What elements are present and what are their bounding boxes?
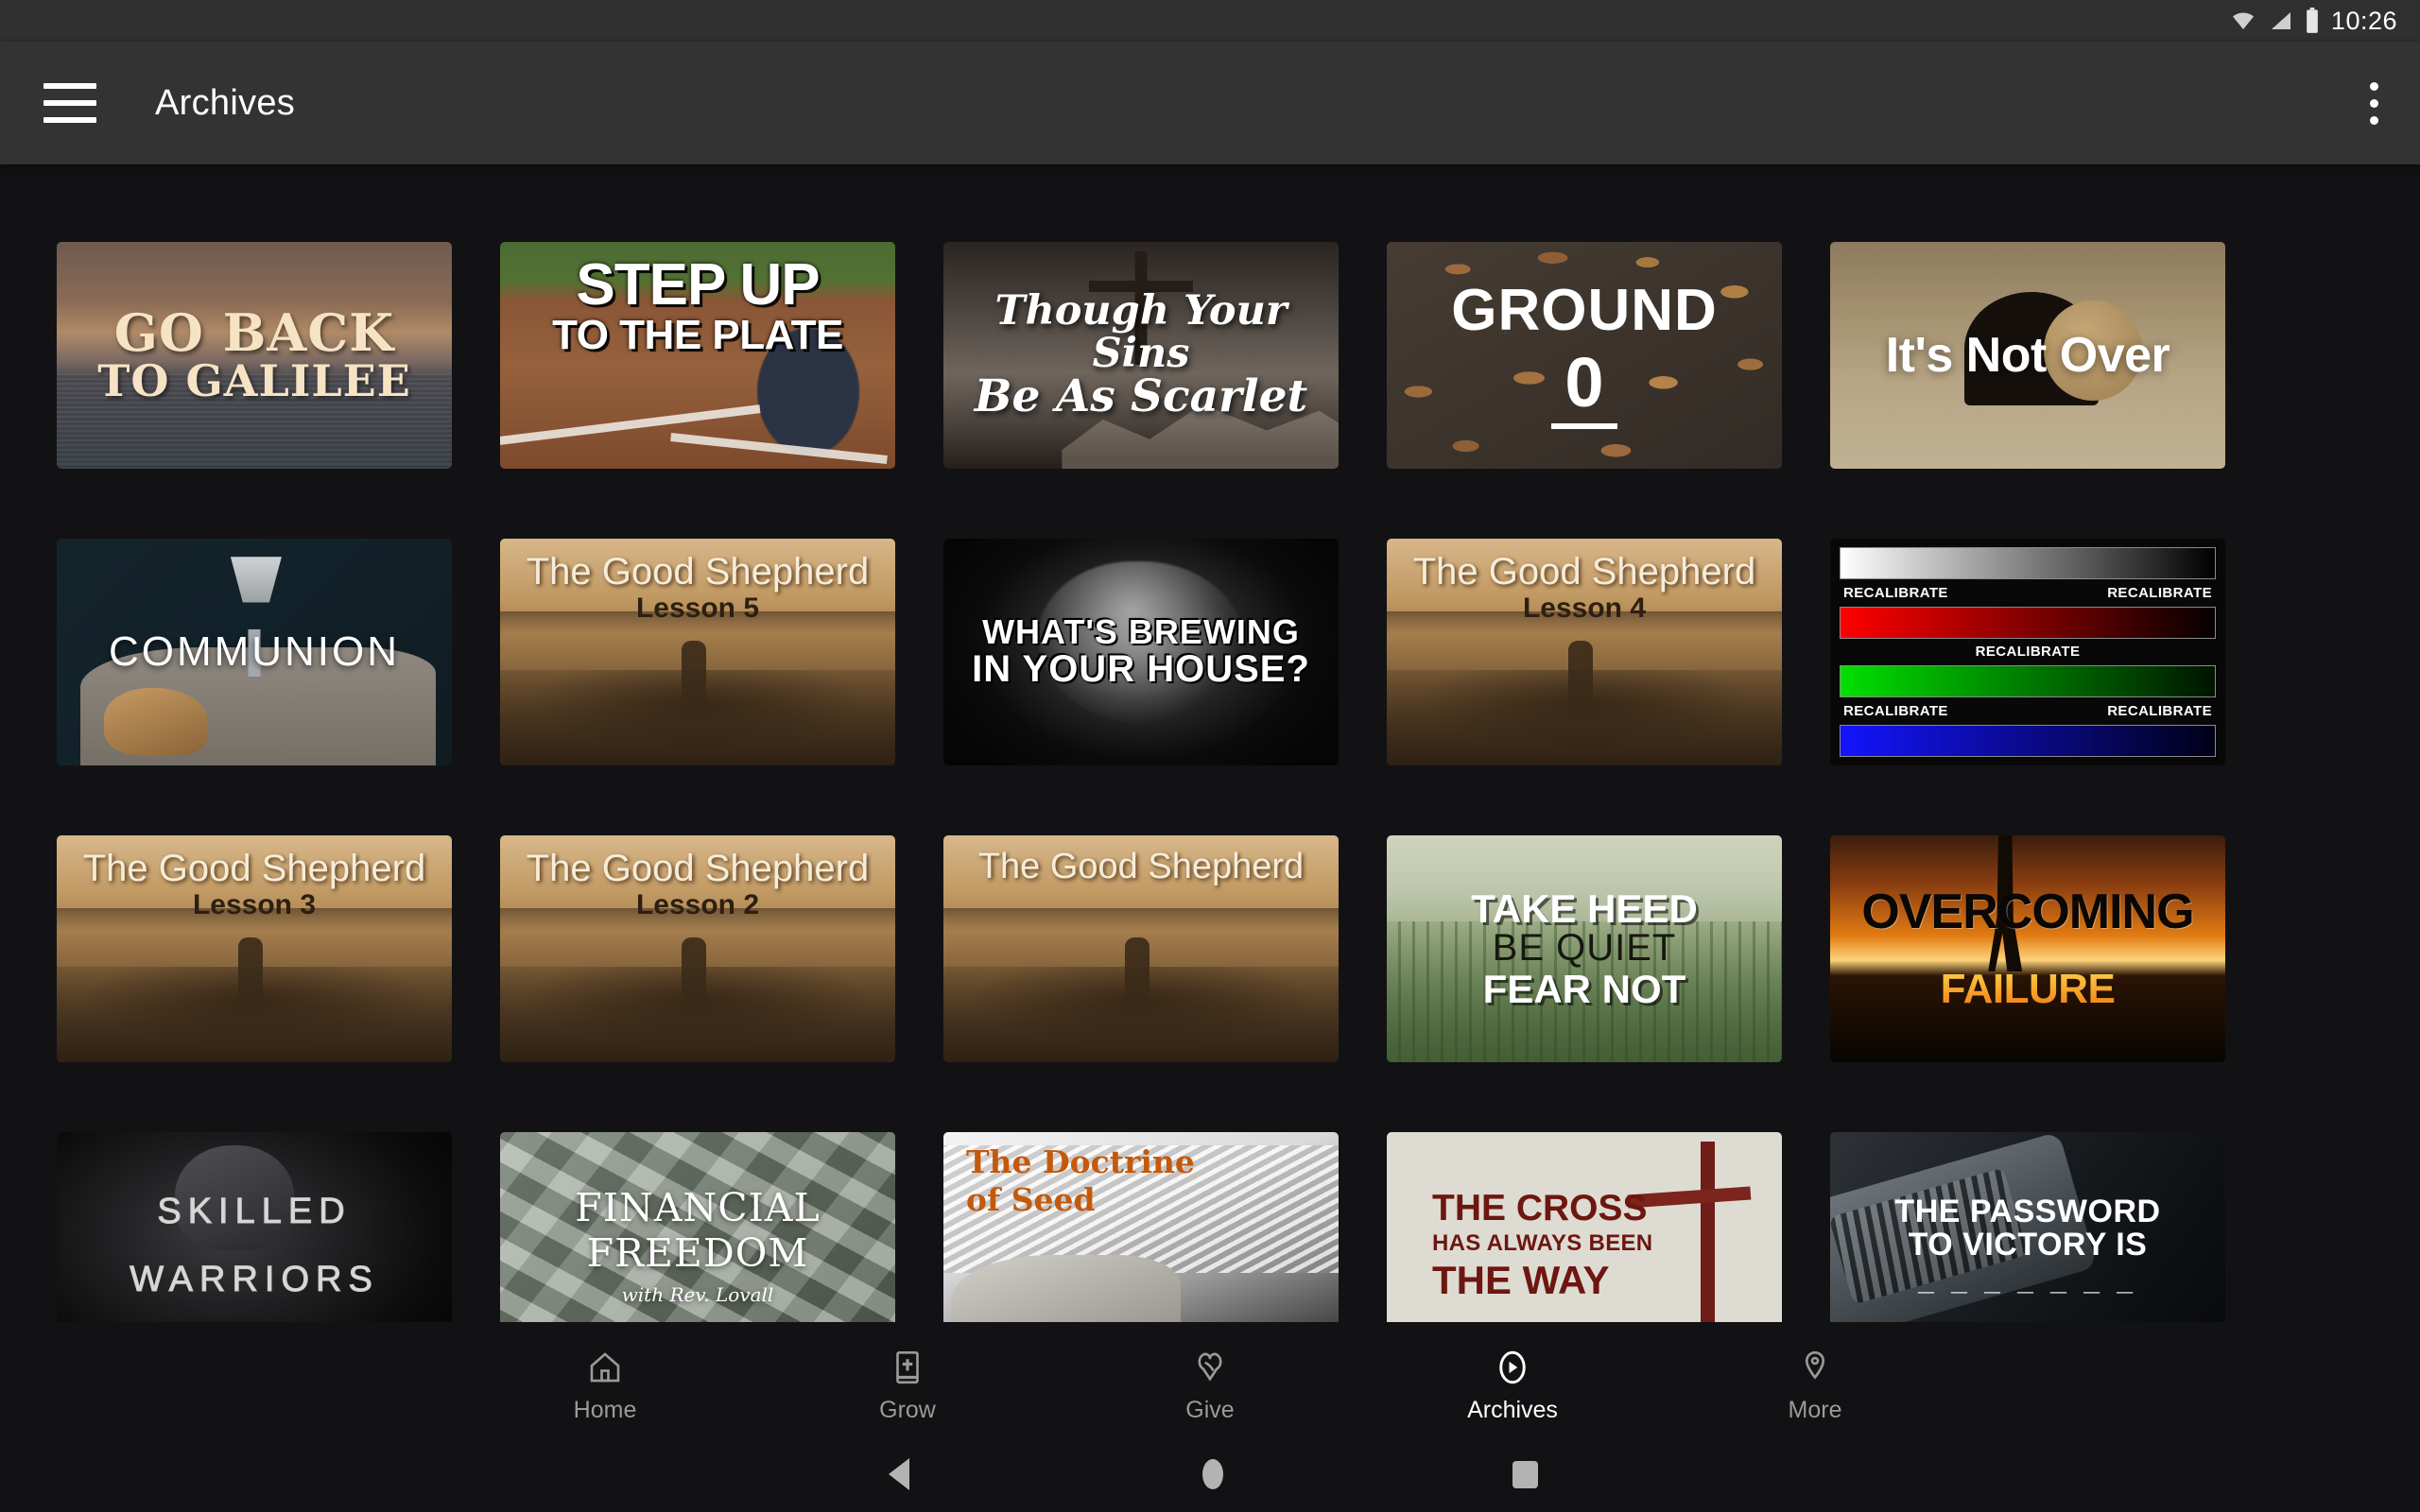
tile-title: SKILLED WARRIORS xyxy=(130,1191,379,1299)
app-screen: 10:26 Archives GO BACK TO GALILEE STEP U… xyxy=(0,0,2420,1512)
tile-title: WHAT'S BREWING IN YOUR HOUSE? xyxy=(972,612,1310,690)
archive-tile-step-up-to-the-plate[interactable]: STEP UP TO THE PLATE xyxy=(500,242,895,469)
archive-tile-the-good-shepherd-lesson-3[interactable]: The Good Shepherd Lesson 3 xyxy=(57,835,452,1062)
status-bar: 10:26 xyxy=(0,0,2420,42)
cross-icon xyxy=(1700,1141,1715,1322)
grayscale-bar xyxy=(1840,547,2216,579)
tile-title: COMMUNION xyxy=(108,628,401,675)
tile-title: The Good Shepherd Lesson 4 xyxy=(1412,551,1756,624)
archive-tile-the-doctrine-of-seed[interactable]: The Doctrine of Seed xyxy=(943,1132,1339,1322)
nav-item-grow[interactable]: Grow xyxy=(837,1346,978,1424)
home-circle-icon[interactable] xyxy=(1202,1459,1223,1489)
archive-tile-the-good-shepherd[interactable]: The Good Shepherd xyxy=(943,835,1339,1062)
bottom-navigation: Home Grow Give Archives More xyxy=(0,1332,2420,1436)
nav-item-give[interactable]: Give xyxy=(1139,1346,1281,1424)
recents-square-icon[interactable] xyxy=(1512,1460,1538,1488)
recalibrate-label-row-1: RECALIBRATE RECALIBRATE xyxy=(1843,584,2212,601)
shepherd-figure xyxy=(681,641,706,714)
tile-title: STEP UP TO THE PLATE xyxy=(552,252,843,358)
play-circle-icon xyxy=(1491,1346,1534,1389)
location-pin-icon xyxy=(1793,1346,1837,1389)
giving-hands-icon xyxy=(1188,1346,1232,1389)
tile-title: The Good Shepherd Lesson 3 xyxy=(82,848,426,920)
archive-tile-recalibrate[interactable]: RECALIBRATE RECALIBRATE RECALIBRATE RECA… xyxy=(1830,539,2225,765)
nav-item-more[interactable]: More xyxy=(1744,1346,1886,1424)
calibration-bars: RECALIBRATE RECALIBRATE RECALIBRATE RECA… xyxy=(1840,547,2216,757)
status-bar-time: 10:26 xyxy=(2330,6,2397,35)
archive-tile-communion[interactable]: COMMUNION xyxy=(57,539,452,765)
archive-tile-go-back-to-galilee[interactable]: GO BACK TO GALILEE xyxy=(57,242,452,469)
tile-title: GROUND 0 xyxy=(1387,282,1782,429)
tile-title: THE PASSWORD TO VICTORY IS _ _ _ _ _ _ _ xyxy=(1894,1193,2161,1297)
overflow-menu-icon[interactable] xyxy=(2370,81,2378,125)
archive-tile-take-heed-be-quiet-fear-not[interactable]: TAKE HEED BE QUIET FEAR NOT xyxy=(1387,835,1782,1062)
page-title: Archives xyxy=(155,82,296,123)
blue-bar xyxy=(1840,724,2216,757)
cell-signal-icon xyxy=(2269,9,2293,32)
green-bar xyxy=(1840,665,2216,698)
archive-tile-the-good-shepherd-lesson-2[interactable]: The Good Shepherd Lesson 2 xyxy=(500,835,895,1062)
archive-tile-ground-0[interactable]: GROUND 0 xyxy=(1387,242,1782,469)
android-system-navigation xyxy=(0,1436,2420,1512)
tile-title: GO BACK TO GALILEE xyxy=(97,302,411,407)
archive-tile-the-password-to-victory-is[interactable]: THE PASSWORD TO VICTORY IS _ _ _ _ _ _ _ xyxy=(1830,1132,2225,1322)
archive-tile-skilled-warriors[interactable]: SKILLED WARRIORS xyxy=(57,1132,452,1322)
tile-title: THE CROSS HAS ALWAYS BEEN THE WAY xyxy=(1432,1188,1653,1303)
archive-tile-though-your-sins-be-as-scarlet[interactable]: Though Your Sins Be As Scarlet xyxy=(943,242,1339,469)
app-bar: Archives xyxy=(0,42,2420,164)
bread-shape xyxy=(104,688,209,757)
house-icon xyxy=(583,1346,627,1389)
battery-icon xyxy=(2305,8,2320,34)
nav-label: Home xyxy=(573,1396,637,1423)
archive-tile-the-good-shepherd-lesson-4[interactable]: The Good Shepherd Lesson 4 xyxy=(1387,539,1782,765)
nav-label: Grow xyxy=(879,1396,936,1423)
tile-title: FINANCIAL FREEDOM with Rev. Lovall xyxy=(575,1184,821,1306)
shepherd-figure xyxy=(1124,937,1150,1011)
nav-label: Archives xyxy=(1467,1396,1558,1423)
recalibrate-label-row-3: RECALIBRATE RECALIBRATE xyxy=(1843,703,2212,720)
back-triangle-icon[interactable] xyxy=(889,1458,909,1490)
shepherd-figure xyxy=(681,937,706,1011)
archive-tile-the-cross-has-always-been-the-way[interactable]: THE CROSS HAS ALWAYS BEEN THE WAY xyxy=(1387,1132,1782,1322)
nav-item-archives[interactable]: Archives xyxy=(1442,1346,1583,1424)
underline-rule xyxy=(1551,423,1617,429)
wifi-icon xyxy=(2229,9,2257,32)
tile-title: The Good Shepherd xyxy=(977,847,1305,886)
tile-title: TAKE HEED BE QUIET FEAR NOT xyxy=(1471,885,1698,1011)
archive-tile-whats-brewing-in-your-house[interactable]: WHAT'S BREWING IN YOUR HOUSE? xyxy=(943,539,1339,765)
tile-title: OVERCOMING FAILURE xyxy=(1830,887,2225,1010)
shepherd-figure xyxy=(1567,641,1593,714)
nav-label: More xyxy=(1788,1396,1842,1423)
shepherd-figure xyxy=(237,937,263,1011)
tile-title: The Doctrine of Seed xyxy=(966,1143,1195,1219)
archives-grid[interactable]: GO BACK TO GALILEE STEP UP TO THE PLATE … xyxy=(0,164,2420,1322)
archive-tile-financial-freedom[interactable]: FINANCIAL FREEDOM with Rev. Lovall xyxy=(500,1132,895,1322)
archive-tile-the-good-shepherd-lesson-5[interactable]: The Good Shepherd Lesson 5 xyxy=(500,539,895,765)
tile-title: The Good Shepherd Lesson 2 xyxy=(526,848,870,920)
bible-book-icon xyxy=(886,1346,929,1389)
tile-title: Though Your Sins Be As Scarlet xyxy=(974,286,1308,423)
tile-title: It's Not Over xyxy=(1885,328,2170,383)
recalibrate-label-row-2: RECALIBRATE xyxy=(1975,644,2081,661)
nav-item-home[interactable]: Home xyxy=(534,1346,676,1424)
archive-tile-its-not-over[interactable]: It's Not Over xyxy=(1830,242,2225,469)
red-bar xyxy=(1840,606,2216,639)
archive-tile-overcoming-failure[interactable]: OVERCOMING FAILURE xyxy=(1830,835,2225,1062)
hamburger-menu-icon[interactable] xyxy=(43,83,96,123)
tile-title: The Good Shepherd Lesson 5 xyxy=(526,551,870,624)
nav-label: Give xyxy=(1185,1396,1235,1423)
